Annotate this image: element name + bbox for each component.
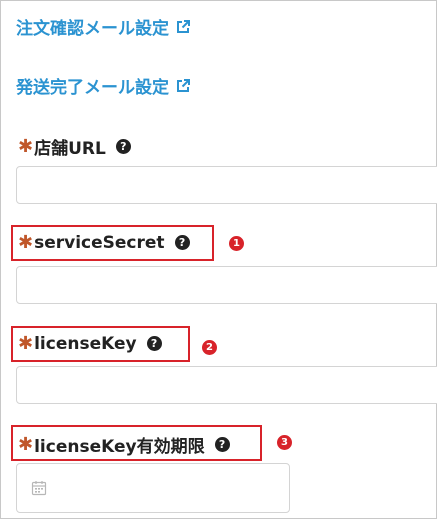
external-link-icon — [177, 78, 190, 92]
shipping-complete-mail-label: 発送完了メール設定 — [16, 78, 169, 98]
order-confirm-mail-link[interactable]: 注文確認メール設定 — [16, 14, 191, 39]
service-secret-input[interactable] — [16, 266, 437, 304]
calendar-icon[interactable] — [31, 480, 47, 496]
required-asterisk: ✱ — [18, 434, 34, 455]
help-icon[interactable]: ? — [214, 437, 230, 452]
service-secret-label: ✱ serviceSecret ? — [18, 232, 190, 253]
callout-number-3: 3 — [277, 435, 292, 450]
required-asterisk: ✱ — [18, 232, 34, 253]
help-icon[interactable]: ? — [174, 235, 190, 250]
shipping-complete-mail-link[interactable]: 発送完了メール設定 — [16, 73, 191, 98]
callout-number-1: 1 — [229, 236, 244, 251]
shop-url-input[interactable] — [16, 166, 437, 204]
license-expiry-label: ✱ licenseKey有効期限 ? — [18, 432, 230, 457]
shop-url-label: ✱ 店舗URL ? — [18, 134, 131, 159]
license-key-label-text: licenseKey — [34, 333, 137, 354]
help-icon[interactable]: ? — [146, 336, 162, 351]
order-confirm-mail-label: 注文確認メール設定 — [16, 19, 169, 39]
license-expiry-label-text: licenseKey有効期限 — [34, 437, 205, 457]
license-key-label: ✱ licenseKey ? — [18, 333, 162, 354]
service-secret-label-text: serviceSecret — [34, 232, 165, 253]
external-link-icon — [177, 19, 190, 33]
shop-url-label-text: 店舗URL — [34, 139, 106, 159]
callout-number-2: 2 — [202, 340, 217, 355]
required-asterisk: ✱ — [18, 333, 34, 354]
license-key-input[interactable] — [16, 366, 437, 404]
required-asterisk: ✱ — [18, 136, 34, 157]
help-icon[interactable]: ? — [115, 139, 131, 154]
license-expiry-date-input[interactable] — [16, 463, 290, 513]
